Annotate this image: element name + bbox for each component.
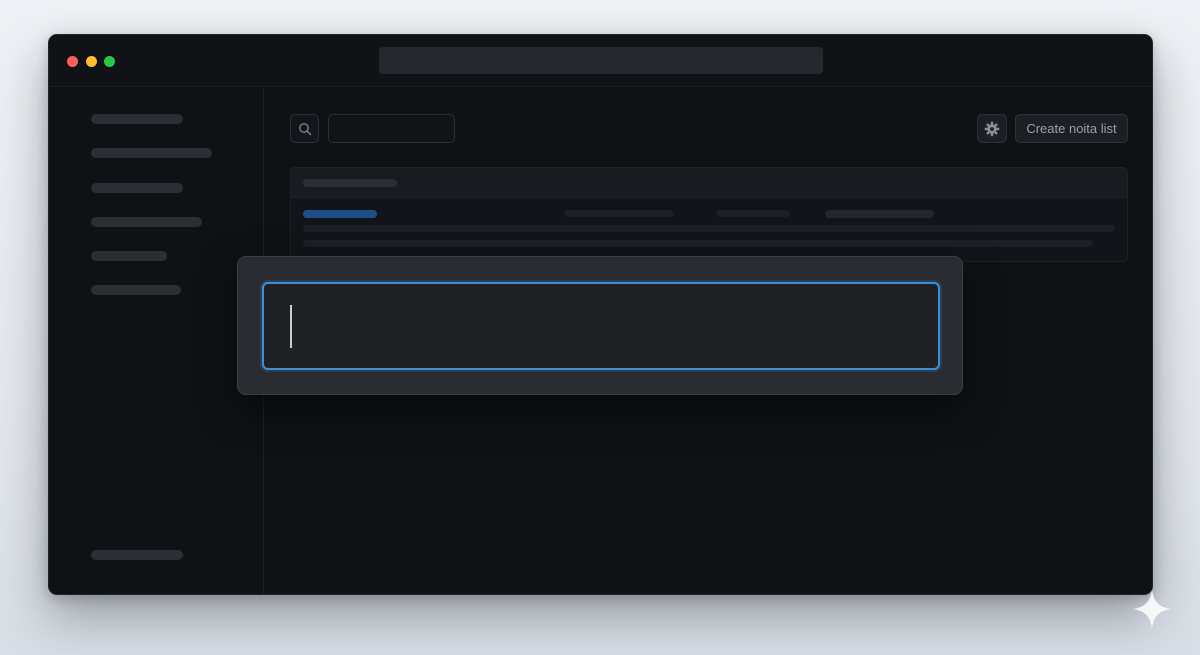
table-row — [303, 240, 1093, 247]
sidebar-item[interactable] — [91, 285, 181, 295]
create-list-button[interactable]: Create noita list — [1015, 114, 1128, 143]
sidebar-item[interactable] — [91, 217, 202, 227]
table-cell — [825, 210, 934, 218]
text-caret — [290, 305, 292, 348]
sidebar-item[interactable] — [91, 183, 183, 193]
maximize-window-button[interactable] — [104, 56, 115, 67]
sidebar — [49, 88, 264, 594]
table-row — [303, 225, 1115, 232]
table-row-link[interactable] — [303, 210, 377, 218]
minimize-window-button[interactable] — [86, 56, 97, 67]
sidebar-footer-item[interactable] — [91, 550, 183, 560]
sidebar-item[interactable] — [91, 148, 212, 158]
settings-button[interactable] — [977, 114, 1007, 143]
table-cell — [564, 210, 674, 217]
close-window-button[interactable] — [67, 56, 78, 67]
table-cell — [716, 210, 790, 217]
search-button[interactable] — [290, 114, 319, 143]
gear-icon — [984, 121, 1000, 136]
quick-input-dialog — [237, 256, 963, 395]
sparkle-icon — [1133, 590, 1171, 628]
table-header-cell — [303, 179, 397, 187]
sidebar-item[interactable] — [91, 114, 183, 124]
search-input[interactable] — [328, 114, 455, 143]
list-table — [290, 167, 1128, 262]
search-icon — [298, 122, 311, 135]
title-bar — [49, 35, 1152, 87]
quick-input-field[interactable] — [262, 282, 940, 370]
address-bar[interactable] — [379, 47, 823, 74]
sidebar-item[interactable] — [91, 251, 167, 261]
table-header — [291, 168, 1127, 198]
